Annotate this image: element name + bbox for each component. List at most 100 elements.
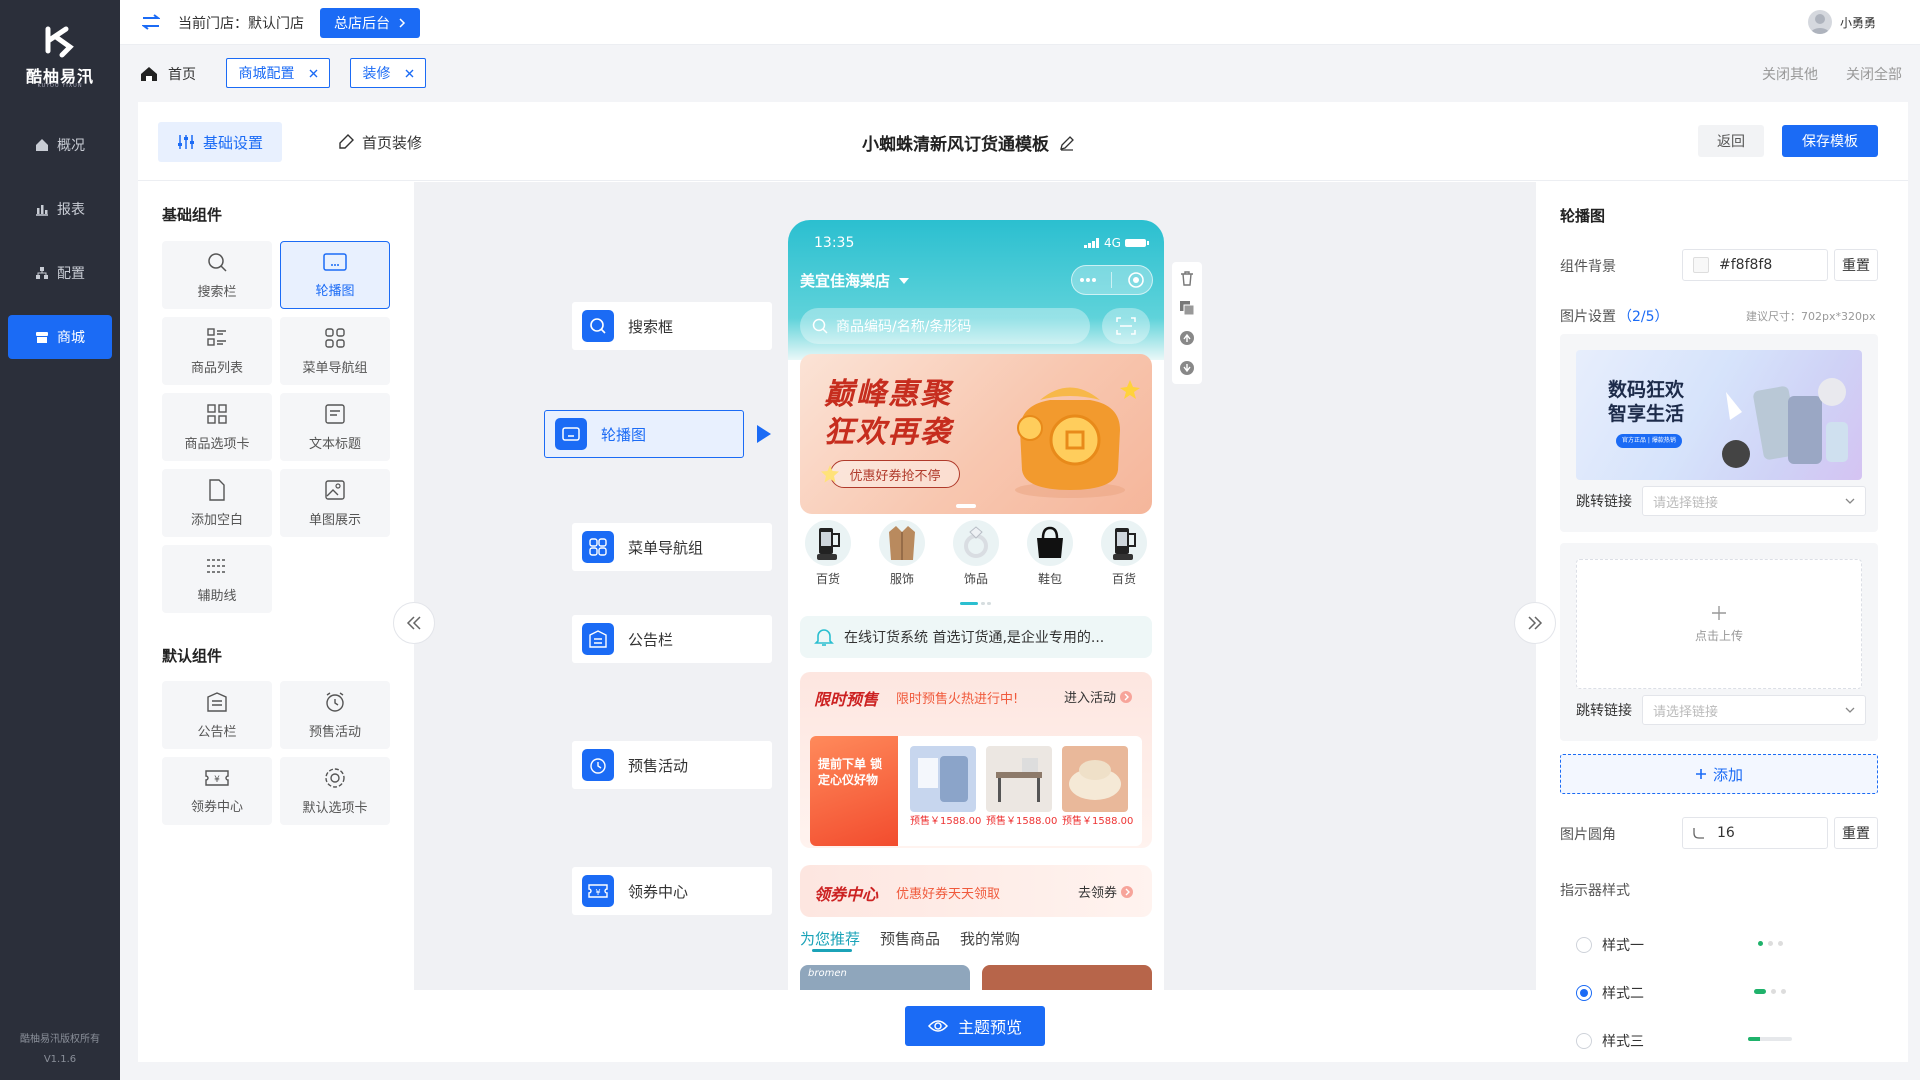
product-strip: bromen xyxy=(800,965,970,990)
copy-icon[interactable] xyxy=(1179,300,1195,316)
hq-backend-button[interactable]: 总店后台 xyxy=(320,8,420,38)
scan-button[interactable] xyxy=(1102,308,1150,344)
avatar[interactable] xyxy=(1808,10,1832,34)
coupon-title: 领券中心 xyxy=(814,885,879,904)
close-icon[interactable] xyxy=(405,69,414,78)
component-product-list[interactable]: 商品列表 xyxy=(162,317,272,385)
move-down-icon[interactable] xyxy=(1179,360,1195,376)
indicator-option-3[interactable]: 样式三 xyxy=(1576,1031,1644,1051)
radius-input[interactable]: 16 xyxy=(1682,817,1828,849)
category-item[interactable]: 百货 xyxy=(1092,520,1156,587)
phone-search-bar[interactable]: 商品编码/名称/条形码 xyxy=(800,308,1090,344)
sidebar-item-overview[interactable]: 概况 xyxy=(8,123,112,167)
component-menu-nav[interactable]: 菜单导航组 xyxy=(280,317,390,385)
component-label: 领券中心 xyxy=(190,799,243,815)
color-swatch[interactable] xyxy=(1693,257,1709,273)
close-others-link[interactable]: 关闭其他 xyxy=(1762,64,1818,84)
sidebar-item-label: 商城 xyxy=(57,330,85,346)
radio-style-3[interactable] xyxy=(1576,1033,1592,1049)
layer-label-menu-nav[interactable]: 菜单导航组 xyxy=(572,523,772,571)
component-coupon-center[interactable]: ¥ 领券中心 xyxy=(162,757,272,825)
tab-recommend[interactable]: 为您推荐 xyxy=(800,928,860,949)
component-text-title[interactable]: 文本标题 xyxy=(280,393,390,461)
trash-icon[interactable] xyxy=(1179,270,1195,286)
switch-store-icon[interactable] xyxy=(142,14,160,30)
product-card[interactable]: 预售￥1588.00 xyxy=(986,746,1057,827)
component-blank-space[interactable]: 添加空白 xyxy=(162,469,272,537)
layer-label-carousel[interactable]: 轮播图 xyxy=(544,410,744,458)
component-notice-bar[interactable]: 公告栏 xyxy=(162,681,272,749)
layer-label-text: 预售活动 xyxy=(628,756,689,775)
tabs-grid-icon xyxy=(206,403,228,425)
alarm-clock-icon xyxy=(324,691,346,713)
component-single-image[interactable]: 单图展示 xyxy=(280,469,390,537)
radio-style-1[interactable] xyxy=(1576,937,1592,953)
theme-preview-button[interactable]: 主题预览 xyxy=(905,1006,1045,1046)
network-text: 4G xyxy=(1104,236,1121,250)
phone-notice-bar[interactable]: 在线订货系统 首选订货通,是企业专用的... xyxy=(800,616,1152,658)
move-up-icon[interactable] xyxy=(1179,330,1195,346)
mini-program-capsule[interactable] xyxy=(1071,265,1153,295)
indicator-option-1[interactable]: 样式一 xyxy=(1576,935,1644,955)
category-item[interactable]: 服饰 xyxy=(870,520,934,587)
tab-home-label: 首页 xyxy=(168,67,196,83)
link-label: 跳转链接 xyxy=(1576,494,1632,510)
presale-promo-card[interactable]: 提前下单 锁定心仪好物 xyxy=(810,736,898,846)
tab-basic-settings[interactable]: 基础设置 xyxy=(158,122,282,162)
tab-presale-goods[interactable]: 预售商品 xyxy=(880,928,940,949)
username[interactable]: 小勇勇 xyxy=(1840,14,1876,31)
layer-label-coupon[interactable]: ¥ 领券中心 xyxy=(572,867,772,915)
category-item[interactable]: 饰品 xyxy=(944,520,1008,587)
carousel-icon xyxy=(555,418,587,450)
component-carousel[interactable]: 轮播图 xyxy=(280,241,390,309)
collapse-right-button[interactable] xyxy=(1514,602,1556,644)
link-select[interactable]: 请选择链接 xyxy=(1642,695,1866,725)
presale-subtitle: 限时预售火热进行中! xyxy=(896,692,1019,707)
layer-label-presale[interactable]: 预售活动 xyxy=(572,741,772,789)
bg-color-input[interactable]: #f8f8f8 xyxy=(1682,249,1828,281)
radio-style-2[interactable] xyxy=(1576,985,1592,1001)
upload-area[interactable]: 点击上传 xyxy=(1576,559,1862,689)
back-button[interactable]: 返回 xyxy=(1698,125,1764,157)
tab-decoration[interactable]: 装修 xyxy=(350,58,426,88)
component-default-tabs[interactable]: 默认选项卡 xyxy=(280,757,390,825)
sidebar-item-reports[interactable]: 报表 xyxy=(8,187,112,231)
phone-store-name[interactable]: 美宜佳海棠店 xyxy=(800,270,910,291)
bg-reset-button[interactable]: 重置 xyxy=(1834,249,1878,281)
edit-icon[interactable] xyxy=(1059,135,1075,151)
category-label: 百货 xyxy=(815,572,840,586)
collapse-left-button[interactable] xyxy=(393,602,435,644)
close-all-link[interactable]: 关闭全部 xyxy=(1846,64,1902,84)
component-presale[interactable]: 预售活动 xyxy=(280,681,390,749)
layer-label-notice[interactable]: 公告栏 xyxy=(572,615,772,663)
radius-reset-button[interactable]: 重置 xyxy=(1834,817,1878,849)
link-select[interactable]: 请选择链接 xyxy=(1642,486,1866,516)
recommend-tabs: 为您推荐 预售商品 我的常购 xyxy=(800,928,1020,949)
tab-home[interactable]: 首页 xyxy=(140,64,196,84)
layer-label-search[interactable]: 搜索框 xyxy=(572,302,772,350)
save-template-button[interactable]: 保存模板 xyxy=(1782,125,1878,157)
component-search-bar[interactable]: 搜索栏 xyxy=(162,241,272,309)
phone-coupon-block[interactable]: 领券中心 优惠好券天天领取 去领券 xyxy=(800,865,1152,917)
tab-frequent[interactable]: 我的常购 xyxy=(960,928,1020,949)
layer-label-text: 菜单导航组 xyxy=(628,538,704,557)
sidebar-item-config[interactable]: 配置 xyxy=(8,251,112,295)
phone-banner[interactable]: 巅峰惠聚 狂欢再袭 优惠好券抢不停 xyxy=(800,354,1152,514)
presale-enter-link[interactable]: 进入活动 xyxy=(1064,687,1133,706)
category-item[interactable]: 鞋包 xyxy=(1018,520,1082,587)
tab-home-decoration[interactable]: 首页装修 xyxy=(338,122,422,162)
indicator-option-2[interactable]: 样式二 xyxy=(1576,983,1644,1003)
close-icon[interactable] xyxy=(309,69,318,78)
component-guide-line[interactable]: 辅助线 xyxy=(162,545,272,613)
product-card[interactable]: 预售￥1588.00 xyxy=(910,746,981,827)
category-item[interactable]: 百货 xyxy=(796,520,860,587)
add-image-button[interactable]: 添加 xyxy=(1560,754,1878,794)
uploaded-image[interactable]: 数码狂欢 智享生活 官方正品 | 爆款热销 xyxy=(1576,350,1862,480)
battery-icon xyxy=(1124,238,1149,248)
tab-mall-config[interactable]: 商城配置 xyxy=(226,58,330,88)
sidebar-item-mall[interactable]: 商城 xyxy=(8,315,112,359)
image-slot-1: 数码狂欢 智享生活 官方正品 | 爆款热销 跳转链接 请选择链接 xyxy=(1560,334,1878,532)
coupon-go-link[interactable]: 去领券 xyxy=(1078,882,1134,901)
product-card[interactable]: 预售￥1588.00 xyxy=(1062,746,1133,827)
component-product-tabs[interactable]: 商品选项卡 xyxy=(162,393,272,461)
